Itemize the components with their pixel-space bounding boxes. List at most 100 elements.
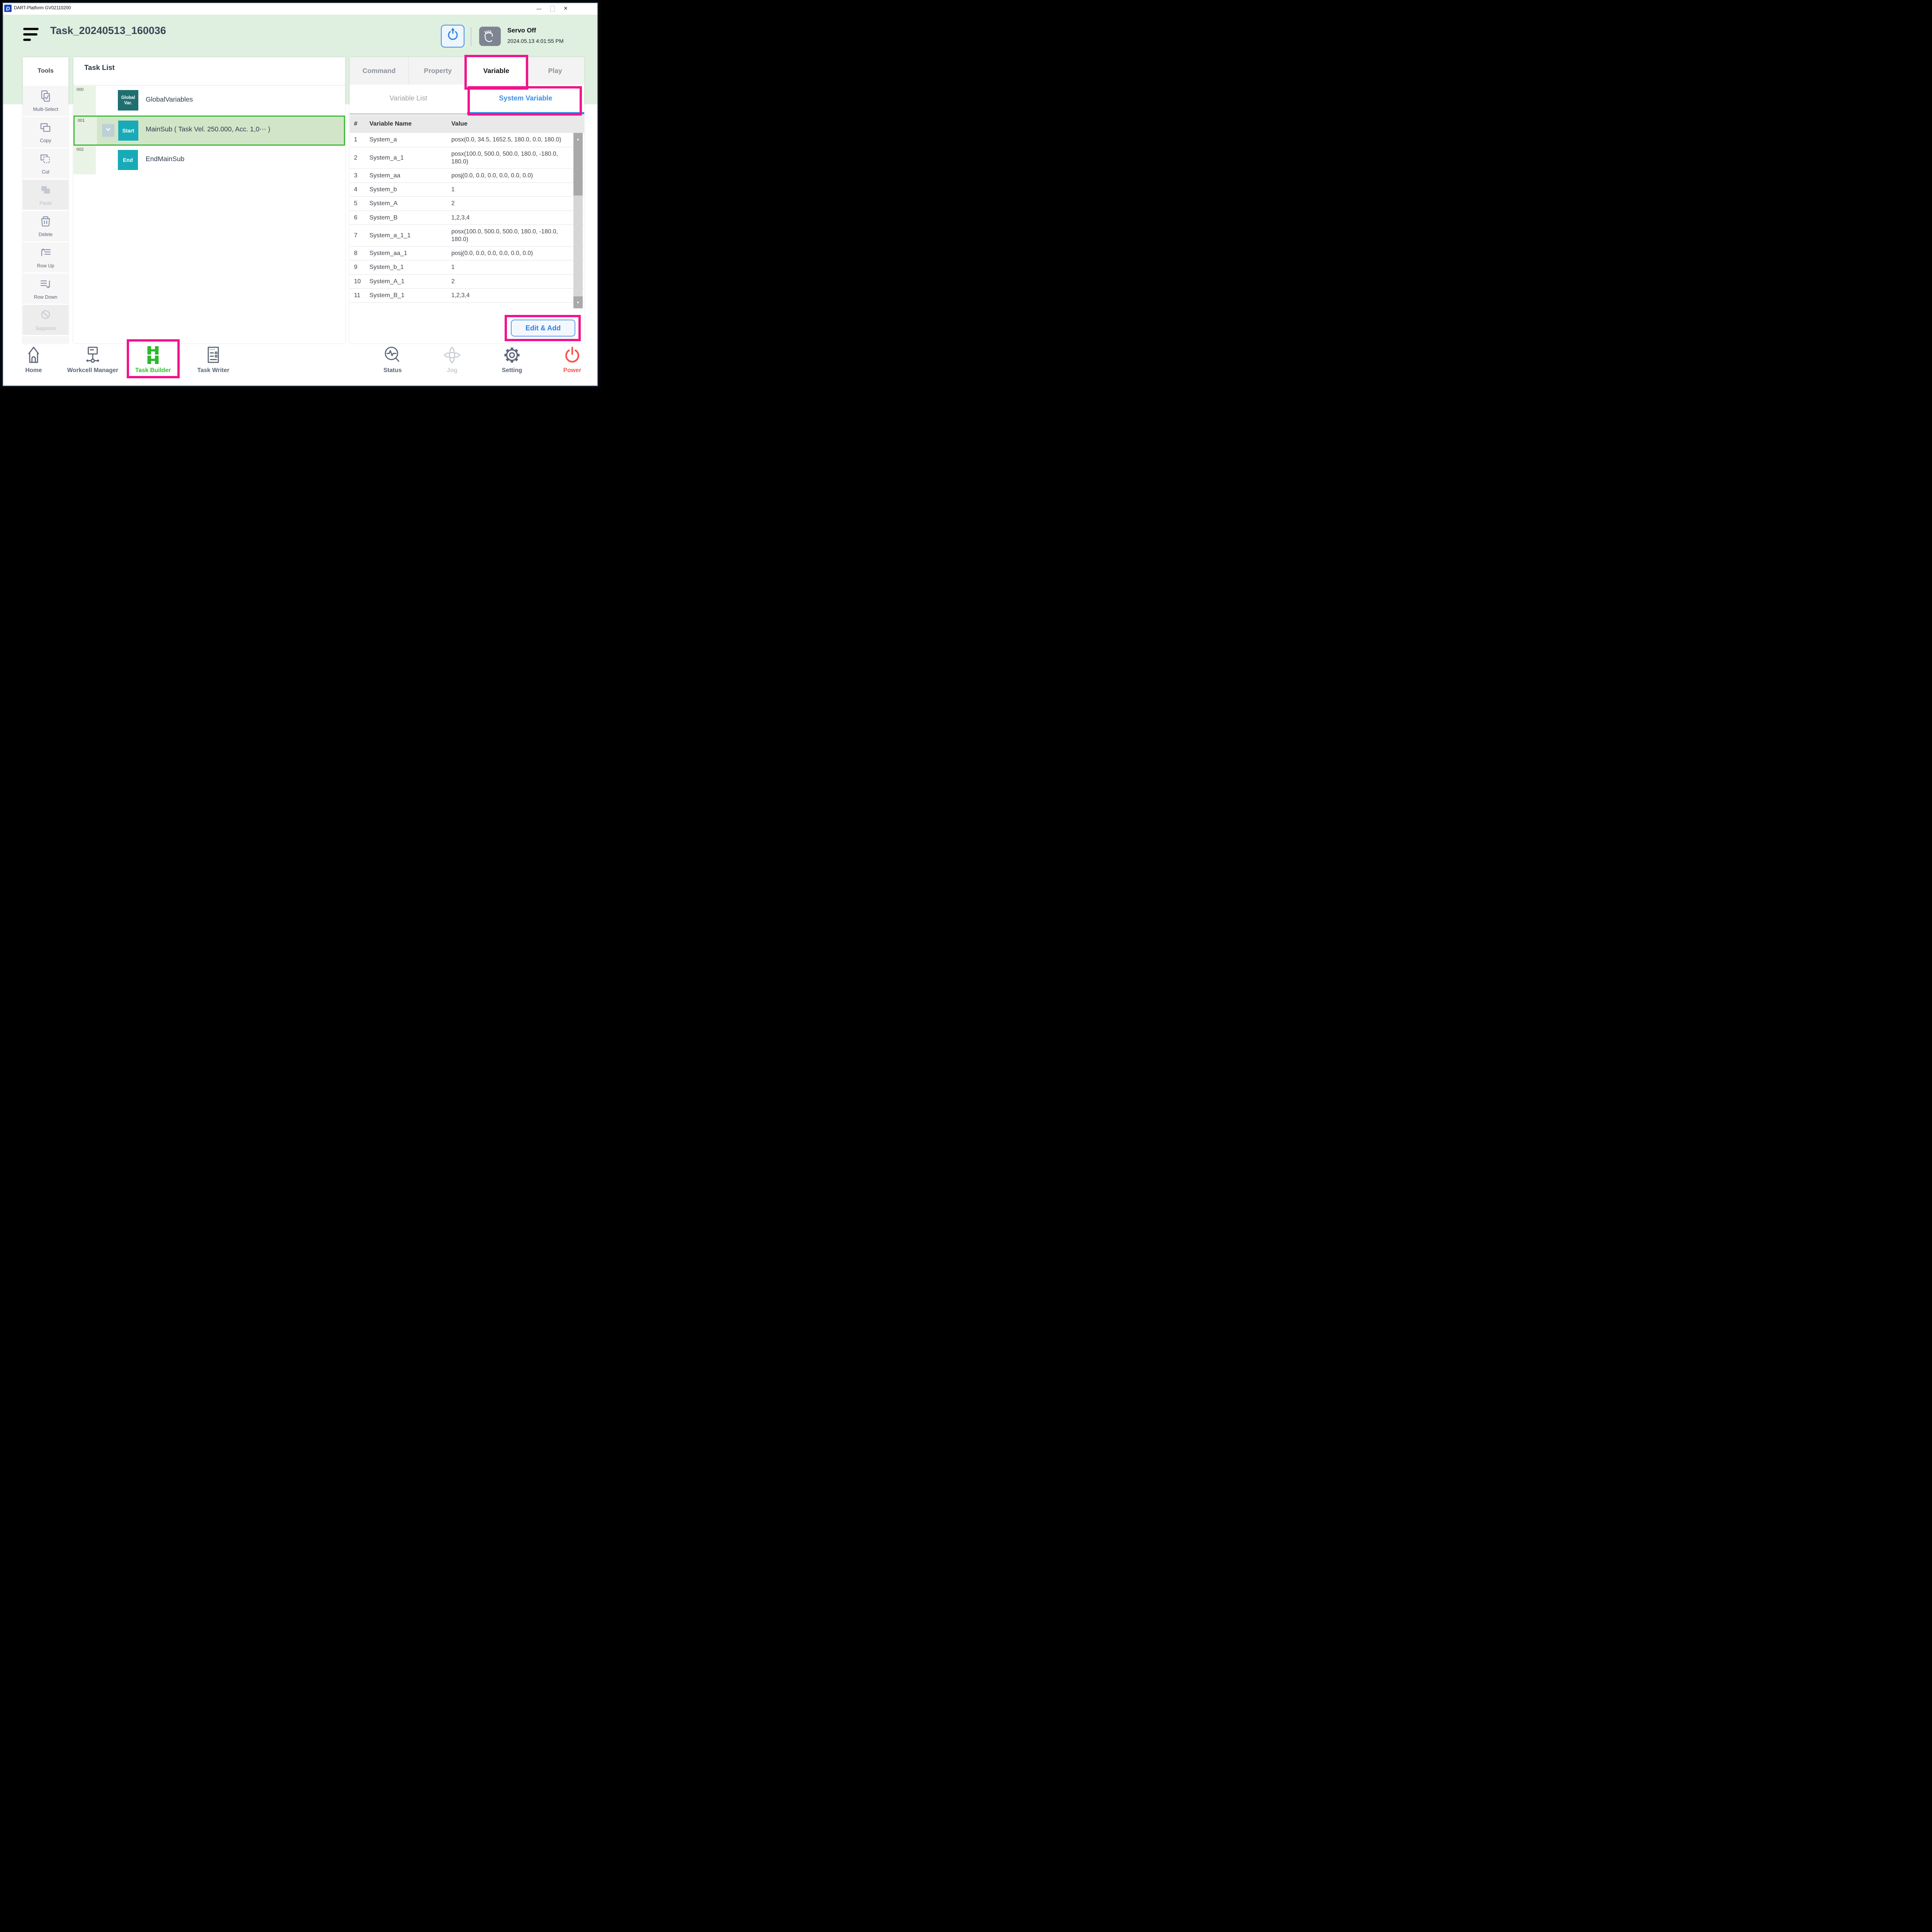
minimize-button[interactable]: — — [536, 5, 542, 12]
paste-icon — [39, 184, 53, 199]
task-row-label: EndMainSub — [146, 155, 184, 163]
tab-property[interactable]: Property — [408, 57, 467, 85]
variable-row[interactable]: 4 System_b 1 — [350, 183, 584, 197]
chevron-down-icon — [104, 125, 112, 136]
task-list-title: Task List — [84, 63, 115, 72]
tab-command[interactable]: Command — [350, 57, 408, 85]
tools-panel: Tools Multi-Select Copy — [23, 57, 68, 343]
tool-suppress: Suppress — [23, 305, 68, 335]
edit-add-button[interactable]: Edit & Add — [511, 320, 575, 337]
home-icon — [24, 344, 44, 366]
subtab-variable-list[interactable]: Variable List — [350, 85, 467, 112]
tab-play[interactable]: Play — [526, 57, 584, 85]
variable-row[interactable]: 11 System_B_1 1,2,3,4 — [350, 289, 584, 303]
delete-icon — [39, 215, 53, 231]
nav-power[interactable]: Power — [543, 344, 600, 379]
row-index: 001 — [78, 118, 85, 123]
title-bar: D DART-Platform GV02110200 — ✕ — [2, 2, 598, 15]
tool-label: Multi-Select — [33, 107, 58, 112]
tool-paste: Paste — [23, 180, 68, 210]
scrollbar-thumb[interactable] — [573, 145, 583, 196]
expand-chevron-button[interactable] — [102, 124, 114, 137]
scrollbar-down-button[interactable]: ▼ — [573, 296, 583, 308]
variable-row[interactable]: 8 System_aa_1 posj(0.0, 0.0, 0.0, 0.0, 0… — [350, 247, 584, 260]
nav-home[interactable]: Home — [5, 344, 63, 379]
variable-row-partial[interactable]: posx(400.0, 500.0, 500.0, 180.0, -180.0, — [350, 303, 584, 308]
copy-icon — [39, 121, 53, 137]
row-up-icon — [39, 246, 53, 262]
tool-cut[interactable]: Cut — [23, 148, 68, 179]
gripper-icon — [446, 28, 460, 44]
window-title: DART-Platform GV02110200 — [14, 6, 71, 10]
col-variable-name: Variable Name — [369, 115, 412, 133]
tool-multi-select[interactable]: Multi-Select — [23, 86, 68, 116]
manual-hand-icon — [479, 27, 501, 46]
active-subtab-underline — [467, 112, 585, 114]
menu-icon[interactable] — [23, 28, 39, 43]
variable-row[interactable]: 3 System_aa posj(0.0, 0.0, 0.0, 0.0, 0.0… — [350, 169, 584, 183]
setting-icon — [502, 344, 522, 366]
variable-row[interactable]: 1 System_a posx(0.0, 34.5, 1652.5, 180.0… — [350, 133, 584, 147]
task-row-mainsub-selected[interactable]: 001 Start MainSub ( Task Vel. 250.000, A… — [73, 116, 345, 146]
tool-label: Suppress — [36, 326, 56, 331]
tool-label: Row Down — [34, 294, 57, 300]
start-badge: Start — [122, 128, 134, 134]
task-title: Task_20240513_160036 — [50, 25, 166, 37]
task-builder-icon — [143, 344, 163, 366]
variable-table-header: # Variable Name Value — [350, 115, 584, 133]
tool-row-down[interactable]: Row Down — [23, 274, 68, 304]
tools-panel-title: Tools — [23, 57, 68, 85]
status-datetime: 2024.05.13 4:01:55 PM — [507, 38, 564, 44]
col-value: Value — [451, 115, 468, 133]
workcell-manager-icon — [83, 344, 103, 366]
multi-select-icon — [39, 90, 53, 105]
jog-icon — [442, 344, 462, 366]
nav-task-builder[interactable]: Task Builder — [124, 344, 182, 379]
variable-row[interactable]: 9 System_b_1 1 — [350, 260, 584, 275]
inspector-panel: Command Property Variable Play Variable … — [350, 57, 584, 343]
variable-row[interactable]: 10 System_A_1 2 — [350, 275, 584, 289]
suppress-icon — [39, 309, 53, 325]
tab-variable[interactable]: Variable — [467, 57, 526, 85]
task-row-label: GlobalVariables — [146, 95, 193, 104]
variable-row[interactable]: 2 System_a_1 posx(100.0, 500.0, 500.0, 1… — [350, 147, 584, 169]
subtab-system-variable[interactable]: System Variable — [467, 85, 585, 112]
task-row-label: MainSub ( Task Vel. 250.000, Acc. 1,0⋯ ) — [146, 125, 270, 133]
task-row-globalvariables[interactable]: 000 Global Var. GlobalVariables — [73, 86, 345, 116]
maximize-icon — [550, 6, 555, 12]
nav-setting[interactable]: Setting — [483, 344, 541, 379]
status-icon — [383, 344, 403, 366]
nav-task-writer[interactable]: Task Writer — [184, 344, 242, 379]
app-logo-icon: D — [4, 5, 12, 12]
tool-copy[interactable]: Copy — [23, 117, 68, 147]
row-index: 002 — [77, 147, 83, 152]
cut-icon — [39, 152, 53, 168]
row-index: 000 — [77, 87, 83, 92]
power-icon — [562, 344, 582, 366]
tool-label: Delete — [39, 232, 53, 237]
end-badge: End — [123, 157, 133, 163]
tool-delete[interactable]: Delete — [23, 211, 68, 241]
task-list-panel: Task List 000 Global Var. GlobalVariable… — [73, 57, 345, 343]
maximize-button[interactable] — [549, 5, 556, 12]
tool-label: Row Up — [37, 263, 54, 269]
tool-row-up[interactable]: Row Up — [23, 242, 68, 272]
scrollbar-up-button[interactable]: ▲ — [573, 133, 583, 145]
task-row-endmainsub[interactable]: 002 End EndMainSub — [73, 146, 345, 174]
variable-row[interactable]: 5 System_A 2 — [350, 197, 584, 211]
nav-status[interactable]: Status — [364, 344, 422, 379]
nav-workcell-manager[interactable]: Workcell Manager — [64, 344, 122, 379]
col-num: # — [354, 115, 357, 133]
variable-row[interactable]: 7 System_a_1_1 posx(100.0, 500.0, 500.0,… — [350, 225, 584, 247]
tool-label: Copy — [40, 138, 51, 143]
robot-gripper-button[interactable] — [441, 25, 464, 48]
nav-jog: Jog — [423, 344, 481, 379]
close-button[interactable]: ✕ — [563, 5, 569, 12]
servo-status: Servo Off — [507, 27, 536, 34]
app-window: D DART-Platform GV02110200 — ✕ Task_2024… — [0, 0, 600, 389]
tool-item-partial — [23, 336, 68, 343]
tool-label: Paste — [39, 201, 52, 206]
row-down-icon — [39, 277, 53, 293]
variable-row[interactable]: 6 System_B 1,2,3,4 — [350, 211, 584, 225]
tool-label: Cut — [42, 169, 49, 175]
